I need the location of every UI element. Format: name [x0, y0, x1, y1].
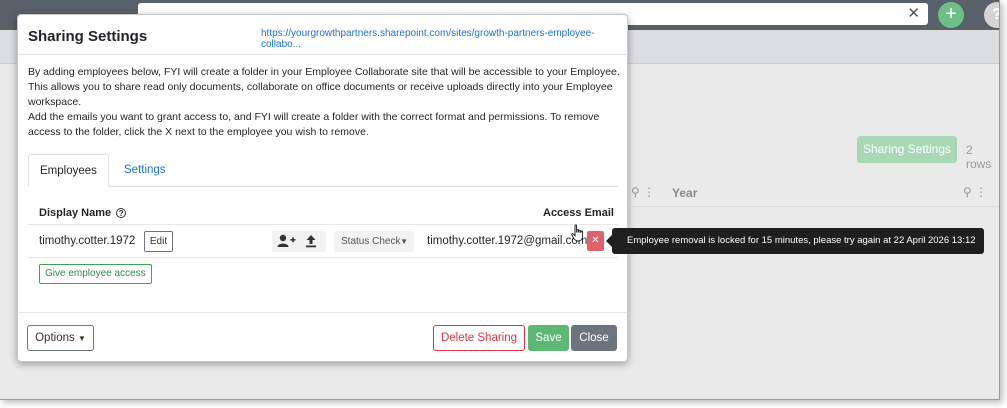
- row-divider: [28, 257, 618, 258]
- add-icon[interactable]: +: [938, 2, 964, 28]
- tab-employees[interactable]: Employees: [28, 154, 109, 187]
- background-sharing-settings-button: Sharing Settings: [857, 136, 957, 163]
- description-line: This allows you to share read only docum…: [28, 81, 613, 108]
- status-check-label: Status Check: [341, 236, 401, 247]
- give-employee-access-button[interactable]: Give employee access: [39, 264, 152, 284]
- employee-access-email: timothy.cotter.1972@gmail.com: [427, 235, 588, 247]
- add-person-icon[interactable]: [277, 234, 297, 251]
- employee-display-name: timothy.cotter.1972: [39, 235, 136, 247]
- column-access-email: Access Email: [543, 207, 614, 219]
- status-check-dropdown[interactable]: Status Check ▼: [334, 231, 414, 252]
- modal-header: Sharing Settings https://yourgrowthpartn…: [18, 15, 627, 55]
- tooltip-arrow: [606, 235, 612, 247]
- table-header: ⚲ ⋮ Year ⚲ ⋮: [628, 184, 999, 206]
- description-line: By adding employees below, FYI will crea…: [28, 66, 620, 78]
- modal-title: Sharing Settings: [28, 28, 148, 45]
- modal-footer: Options ▼ Delete Sharing Save Close: [18, 312, 627, 362]
- remove-employee-button[interactable]: ✕: [587, 231, 604, 251]
- column-year: Year: [672, 186, 698, 200]
- modal-description: By adding employees below, FYI will crea…: [28, 65, 623, 140]
- employee-actions: [272, 231, 326, 252]
- sharing-settings-modal: Sharing Settings https://yourgrowthpartn…: [17, 14, 628, 362]
- filter-icon: ⚲ ⋮: [631, 185, 656, 199]
- clear-search-icon[interactable]: ✕: [907, 4, 920, 22]
- help-icon[interactable]: ?: [984, 2, 999, 28]
- options-button[interactable]: Options ▼: [27, 325, 94, 351]
- row-count: 2 rows: [966, 143, 992, 171]
- table-divider: [630, 206, 999, 207]
- caret-down-icon: ▼: [77, 334, 86, 343]
- upload-icon[interactable]: [305, 234, 317, 251]
- description-line: Add the emails you want to grant access …: [28, 111, 600, 138]
- column-display-name-label: Display Name: [39, 207, 112, 219]
- chevron-down-icon: ▼: [400, 237, 408, 246]
- row-divider: [28, 224, 618, 225]
- save-button[interactable]: Save: [528, 325, 569, 351]
- filter-icon: ⚲ ⋮: [963, 185, 988, 199]
- close-icon: ✕: [591, 235, 600, 246]
- modal-tabs: Employees Settings: [28, 154, 618, 187]
- options-label: Options: [35, 332, 75, 344]
- close-button[interactable]: Close: [571, 325, 617, 351]
- edit-button[interactable]: Edit: [144, 231, 173, 252]
- tooltip-text: Employee removal is locked for 15 minute…: [627, 235, 976, 246]
- pointer-hand-icon: [571, 224, 585, 247]
- removal-locked-tooltip: Employee removal is locked for 15 minute…: [606, 228, 984, 254]
- tab-settings[interactable]: Settings: [113, 154, 177, 187]
- delete-sharing-button[interactable]: Delete Sharing: [433, 325, 525, 351]
- sharepoint-site-link[interactable]: https://yourgrowthpartners.sharepoint.co…: [261, 28, 627, 50]
- info-icon[interactable]: ?: [116, 208, 127, 218]
- column-display-name: Display Name ?: [39, 207, 127, 219]
